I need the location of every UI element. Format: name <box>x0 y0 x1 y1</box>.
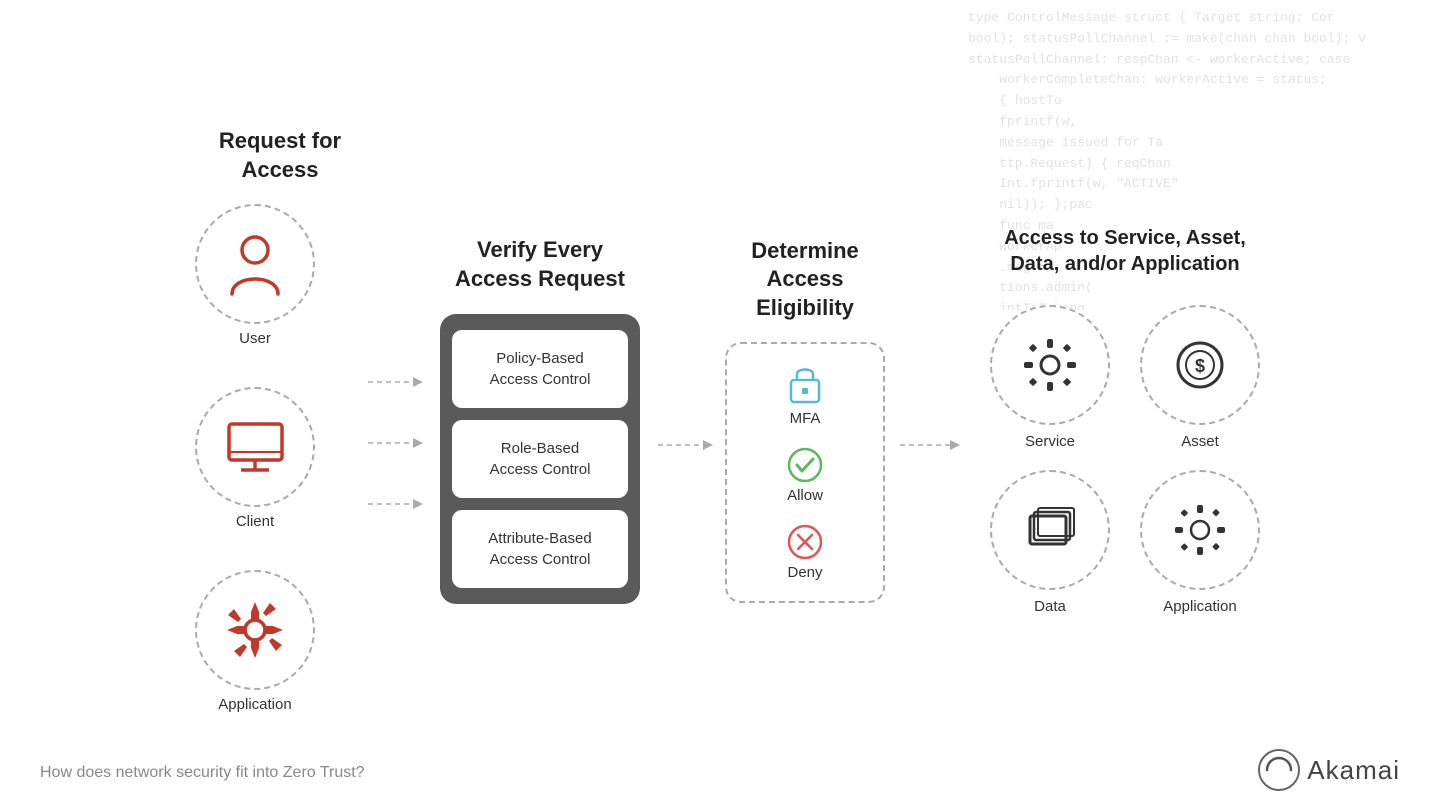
col-verify: Verify EveryAccess Request Policy-BasedA… <box>425 236 655 603</box>
service-label: Service <box>1025 433 1075 450</box>
output-service: Service <box>990 305 1110 450</box>
allow-label: Allow <box>787 487 823 504</box>
attribute-based-item: Attribute-BasedAccess Control <box>452 510 628 588</box>
mfa-item: MFA <box>787 364 823 427</box>
mfa-label: MFA <box>790 410 821 427</box>
requestor-client: Client <box>195 387 315 530</box>
client-circle <box>195 387 315 507</box>
col3-title: DetermineAccess Eligibility <box>715 237 895 323</box>
policy-based-item: Policy-BasedAccess Control <box>452 330 628 408</box>
col-request: Request for Access User <box>155 127 365 713</box>
output-data: Data <box>990 470 1110 615</box>
akamai-logo-text: Akamai <box>1307 755 1400 786</box>
requestor-app-icon <box>223 598 288 663</box>
arrow-user-verify <box>368 374 423 395</box>
arrows-col1-col2 <box>365 324 425 517</box>
service-icon <box>1020 335 1080 395</box>
requestors-list: User Client <box>195 204 315 713</box>
data-label: Data <box>1034 598 1066 615</box>
col2-title: Verify EveryAccess Request <box>455 236 625 293</box>
user-circle <box>195 204 315 324</box>
arrow-eligibility-output <box>895 387 965 453</box>
col-eligibility: DetermineAccess Eligibility MFA Allow <box>715 237 895 604</box>
akamai-logo-icon <box>1257 748 1301 792</box>
output-application: Application <box>1140 470 1260 615</box>
user-icon <box>228 232 283 297</box>
data-circle <box>990 470 1110 590</box>
allow-icon <box>787 447 823 483</box>
output-app-icon <box>1170 500 1230 560</box>
col1-title: Request for Access <box>195 127 365 184</box>
main-diagram: Request for Access User <box>0 80 1440 760</box>
eligibility-box: MFA Allow Deny <box>725 342 885 603</box>
bottom-text: How does network security fit into Zero … <box>40 764 365 782</box>
arrow-verify-eligibility <box>655 387 715 453</box>
col-output: Access to Service, Asset,Data, and/or Ap… <box>965 225 1285 615</box>
application-circle <box>195 570 315 690</box>
asset-label: Asset <box>1181 433 1219 450</box>
arrow-client-verify <box>368 435 423 456</box>
verify-box: Policy-BasedAccess Control Role-BasedAcc… <box>440 314 640 604</box>
role-based-item: Role-BasedAccess Control <box>452 420 628 498</box>
svg-text:$: $ <box>1195 356 1205 376</box>
data-icon <box>1020 500 1080 560</box>
deny-label: Deny <box>787 564 822 581</box>
col4-title: Access to Service, Asset,Data, and/or Ap… <box>1004 225 1246 277</box>
output-app-label: Application <box>1163 598 1236 615</box>
service-circle <box>990 305 1110 425</box>
application-label: Application <box>218 696 291 713</box>
deny-item: Deny <box>787 524 823 581</box>
output-grid: Service $ Asset <box>990 305 1260 615</box>
arrow-app-verify <box>368 496 423 517</box>
deny-icon <box>787 524 823 560</box>
asset-icon: $ <box>1170 335 1230 395</box>
output-app-circle <box>1140 470 1260 590</box>
client-label: Client <box>236 513 274 530</box>
allow-item: Allow <box>787 447 823 504</box>
mfa-icon <box>787 364 823 406</box>
asset-circle: $ <box>1140 305 1260 425</box>
akamai-logo: Akamai <box>1257 748 1400 792</box>
requestor-application: Application <box>195 570 315 713</box>
user-label: User <box>239 330 271 347</box>
output-asset: $ Asset <box>1140 305 1260 450</box>
client-icon <box>223 420 288 475</box>
requestor-user: User <box>195 204 315 347</box>
